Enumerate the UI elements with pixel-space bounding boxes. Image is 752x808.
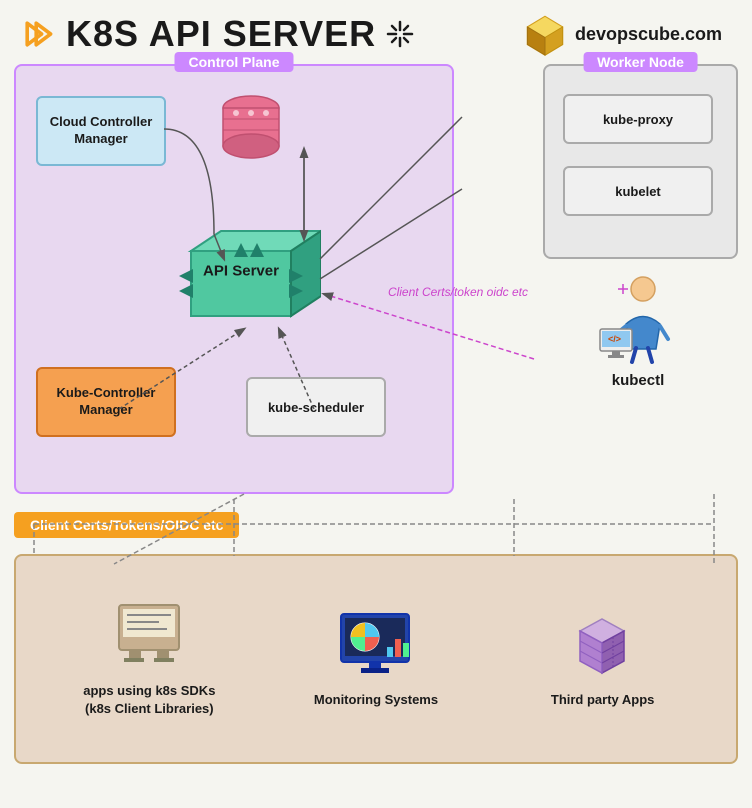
client-certs-banner: Client Certs/Tokens/OIDC etc	[14, 512, 738, 538]
sdk-apps-item: apps using k8s SDKs (k8s Client Librarie…	[69, 600, 229, 718]
kube-proxy-box: kube-proxy	[563, 94, 713, 144]
spark-icon	[386, 20, 414, 48]
kubelet-label: kubelet	[615, 184, 661, 199]
cube-icon	[523, 12, 567, 56]
monitoring-item: Monitoring Systems	[296, 609, 456, 709]
diagram-area: Control Plane Cloud Controller Manager	[14, 64, 738, 784]
svg-text:</>: </>	[608, 334, 621, 344]
api-server-container: API Server	[171, 221, 311, 321]
thirdparty-label: Third party Apps	[551, 691, 655, 709]
monitoring-icon	[333, 609, 418, 679]
control-plane-box: Control Plane Cloud Controller Manager	[14, 64, 454, 494]
kube-scheduler-box: kube-scheduler	[246, 377, 386, 437]
monitoring-label: Monitoring Systems	[314, 691, 438, 709]
control-plane-label: Control Plane	[174, 52, 293, 72]
worker-node-box: Worker Node kube-proxy kubelet	[543, 64, 738, 259]
thirdparty-item: Third party Apps	[523, 609, 683, 709]
brand: devopscube.com	[523, 12, 722, 56]
kube-controller-box: Kube-Controller Manager	[36, 367, 176, 437]
client-certs-inner-label: Client Certs/token oidc etc	[388, 284, 528, 301]
client-certs-banner-label: Client Certs/Tokens/OIDC etc	[14, 512, 239, 538]
cloud-controller-label: Cloud Controller Manager	[38, 114, 164, 148]
page-title: K8s API Server	[66, 13, 376, 55]
kube-controller-label: Kube-Controller Manager	[38, 385, 174, 419]
kubectl-label: kubectl	[612, 372, 665, 389]
api-server-label: API Server	[203, 263, 279, 280]
sdk-icon	[109, 600, 189, 670]
thirdparty-icon	[560, 609, 645, 679]
kubelet-box: kubelet	[563, 166, 713, 216]
kubectl-area: </> kubectl	[548, 274, 728, 389]
cloud-controller-box: Cloud Controller Manager	[36, 96, 166, 166]
header-left: K8s API Server	[20, 13, 414, 55]
sdk-apps-label: apps using k8s SDKs (k8s Client Librarie…	[69, 682, 229, 718]
kube-scheduler-label: kube-scheduler	[268, 400, 364, 415]
kube-proxy-label: kube-proxy	[603, 112, 673, 127]
brand-text: devopscube.com	[575, 24, 722, 45]
worker-node-label: Worker Node	[583, 52, 698, 72]
etcd-icon	[216, 86, 286, 171]
bottom-apps-area: apps using k8s SDKs (k8s Client Librarie…	[14, 554, 738, 764]
chevron-icon	[20, 16, 56, 52]
kubectl-person-icon: </>	[588, 274, 688, 364]
